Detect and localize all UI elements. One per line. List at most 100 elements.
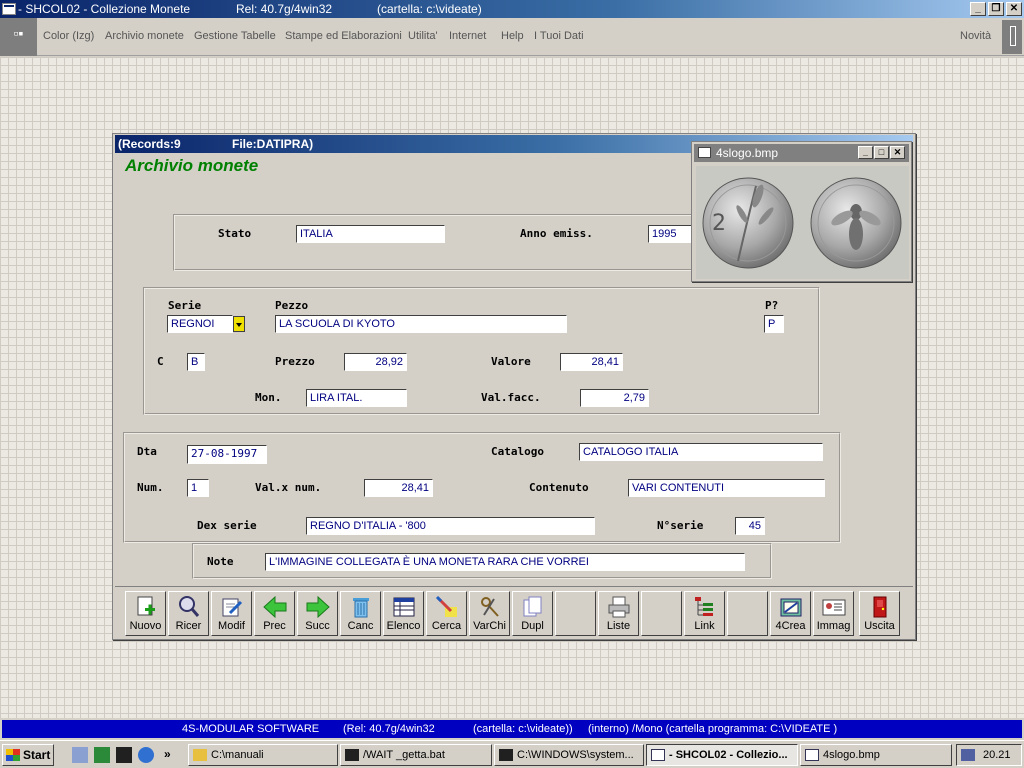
label-valfacc: Val.facc. [481,391,541,404]
label-dexserie: Dex serie [197,519,257,532]
link-tree-icon [695,597,713,616]
num-field[interactable]: 1 [187,479,209,497]
task-system-label: C:\WINDOWS\system... [517,749,634,761]
label-mon: Mon. [255,391,282,404]
status-folder: (cartella: c:\videate)) [473,723,573,735]
duplicate-icon [523,596,542,617]
menu-tuoi-dati[interactable]: I Tuoi Dati [534,30,584,42]
c-field[interactable]: B [187,353,205,371]
clock[interactable]: 20.21 [983,749,1011,761]
close-button[interactable]: ✕ [1006,2,1022,16]
liste-button[interactable]: Liste [598,591,639,636]
p-field[interactable]: P [764,315,784,333]
system-menu-icon[interactable]: ▫▪ [0,18,37,56]
dta-field[interactable]: 27-08-1997 [187,445,267,464]
blank-button-2[interactable] [641,591,682,636]
valfacc-field[interactable]: 2,79 [580,389,649,407]
form-title: Archivio monete [125,156,259,175]
task-4slogo[interactable]: 4slogo.bmp [800,744,952,766]
status-company: 4S-MODULAR SOFTWARE [182,723,320,735]
canc-button[interactable]: Canc [340,591,381,636]
prec-button[interactable]: Prec [254,591,295,636]
menu-gestione-tabelle[interactable]: Gestione Tabelle [194,30,276,42]
ricer-label: Ricer [175,620,202,632]
arrow-left-icon [263,595,287,619]
menu-internet[interactable]: Internet [449,30,486,42]
label-prezzo: Prezzo [275,355,315,368]
image-minimize-button[interactable]: _ [858,146,873,159]
quicklaunch-more-icon[interactable]: » [164,747,180,763]
arrow-right-icon [306,595,330,619]
varchi-button[interactable]: VarChi [469,591,510,636]
menu-novita[interactable]: Novità [960,30,991,42]
elenco-button[interactable]: Elenco [383,591,424,636]
label-valore: Valore [491,355,531,368]
blank-button-1[interactable] [555,591,596,636]
status-bar: 4S-MODULAR SOFTWARE (Rel: 40.7g/4win32 (… [0,718,1024,740]
menu-archivio-monete[interactable]: Archivio monete [105,30,184,42]
system-tray: 20.21 [956,744,1022,766]
valxnum-field[interactable]: 28,41 [364,479,433,497]
image-close-button[interactable]: ✕ [890,146,905,159]
valore-field[interactable]: 28,41 [560,353,623,371]
folder-label: (cartella: c:\videate) [377,2,482,16]
menu-side-icon[interactable] [1002,20,1022,54]
label-nserie: N°serie [657,519,704,532]
edit-document-icon [222,598,243,617]
task-4slogo-label: 4slogo.bmp [823,749,880,761]
network-icon[interactable] [961,749,975,761]
link-button[interactable]: Link [684,591,725,636]
quicklaunch-excel-icon[interactable] [94,747,110,763]
crea-button[interactable]: 4Crea [770,591,811,636]
quicklaunch-console-icon[interactable] [116,747,132,763]
contenuto-field[interactable]: VARI CONTENUTI [628,479,825,497]
nuovo-button[interactable]: Nuovo [125,591,166,636]
task-manuali[interactable]: C:\manuali [188,744,338,766]
modif-button[interactable]: Modif [211,591,252,636]
menu-stampe[interactable]: Stampe ed Elaborazioni [285,30,402,42]
cerca-button[interactable]: Cerca [426,591,467,636]
modif-label: Modif [218,620,245,632]
chevron-down-icon[interactable] [233,316,245,332]
serie-select[interactable]: REGNOI [167,315,233,333]
stato-field[interactable]: ITALIA [296,225,445,243]
app-icon[interactable] [2,3,16,15]
catalogo-field[interactable]: CATALOGO ITALIA [579,443,823,461]
menu-color[interactable]: Color (Izg) [43,30,94,42]
blank-button-3[interactable] [727,591,768,636]
task-getta-bat-label: /WAIT _getta.bat [363,749,445,761]
varchi-label: VarChi [473,620,506,632]
label-serie: Serie [168,299,202,312]
quicklaunch-desktop-icon[interactable] [72,747,88,763]
pezzo-field[interactable]: LA SCUOLA DI KYOTO [275,315,567,333]
uscita-button[interactable]: Uscita [859,591,900,636]
menu-utilita[interactable]: Utilita' [408,30,438,42]
task-getta-bat[interactable]: /WAIT _getta.bat [340,744,492,766]
dexserie-field[interactable]: REGNO D'ITALIA - '800 [306,517,595,535]
trash-icon [353,598,369,618]
image-maximize-button[interactable]: □ [874,146,889,159]
file-name: File:DATIPRA) [232,137,314,151]
task-manuali-label: C:\manuali [211,749,264,761]
immag-button[interactable]: Immag [813,591,854,636]
task-system[interactable]: C:\WINDOWS\system... [494,744,644,766]
minimize-button[interactable]: _ [970,2,986,16]
menu-help[interactable]: Help [501,30,524,42]
console-icon [499,749,513,761]
start-button[interactable]: Start [2,744,54,766]
quicklaunch-browser-icon[interactable] [138,747,154,763]
dupl-button[interactable]: Dupl [512,591,553,636]
task-shcol02-label: - SHCOL02 - Collezio... [669,749,788,761]
note-field[interactable]: L'IMMAGINE COLLEGATA È UNA MONETA RARA C… [265,553,745,571]
ricer-button[interactable]: Ricer [168,591,209,636]
taskbar: Start » C:\manuali /WAIT _getta.bat C:\W… [0,740,1024,768]
title-bar: - SHCOL02 - Collezione Monete Rel: 40.7g… [0,0,1024,18]
status-mode: (interno) /Mono (cartella programma: C:\… [588,723,838,735]
restore-button[interactable]: ❐ [988,2,1004,16]
mon-field[interactable]: LIRA ITAL. [306,389,407,407]
liste-label: Liste [606,620,631,632]
succ-button[interactable]: Succ [297,591,338,636]
task-shcol02[interactable]: - SHCOL02 - Collezio... [646,744,798,766]
nserie-field[interactable]: 45 [735,517,765,535]
prezzo-field[interactable]: 28,92 [344,353,407,371]
